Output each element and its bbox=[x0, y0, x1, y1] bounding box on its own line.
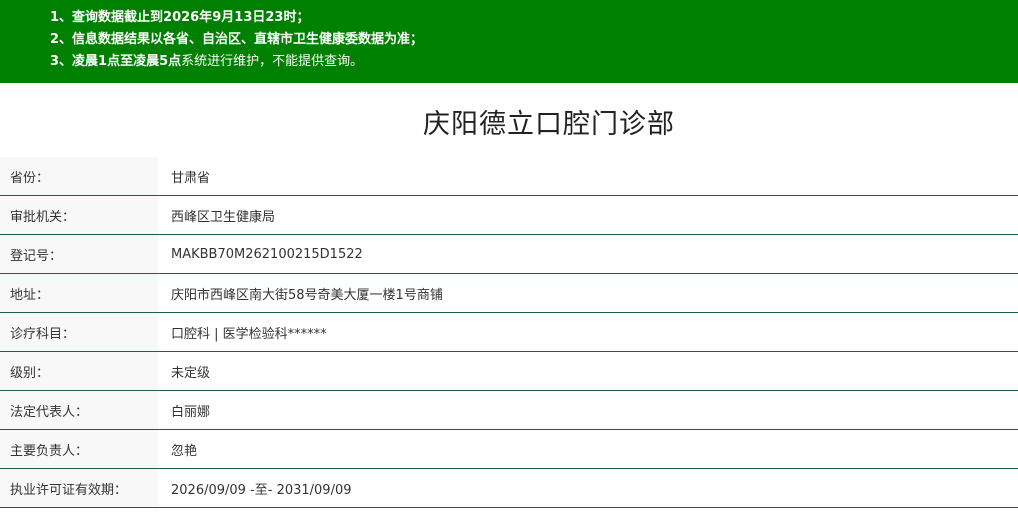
table-row-level: 级别： 未定级 bbox=[0, 352, 1018, 391]
notice-line-2: 2、信息数据结果以各省、自治区、直辖市卫生健康委数据为准； bbox=[50, 32, 424, 47]
row-label: 主要负责人： bbox=[0, 430, 158, 468]
table-row-departments: 诊疗科目： 口腔科 | 医学检验科****** bbox=[0, 313, 1018, 352]
row-value: MAKBB70M262100215D1522 bbox=[171, 246, 363, 262]
table-row-license-validity: 执业许可证有效期： 2026/09/09 -至- 2031/09/09 bbox=[0, 469, 1018, 508]
row-label: 执业许可证有效期： bbox=[0, 469, 158, 507]
table-row-address: 地址： 庆阳市西峰区南大街58号奇美大厦一楼1号商铺 bbox=[0, 274, 1018, 313]
table-row-legal-rep: 法定代表人： 白丽娜 bbox=[0, 391, 1018, 430]
row-value: 口腔科 | 医学检验科****** bbox=[171, 326, 327, 342]
row-value: 忽艳 bbox=[171, 443, 198, 459]
notice-line-3: 3、凌晨1点至凌晨5点系统进行维护，不能提供查询。 bbox=[50, 51, 1018, 73]
notice-banner: 1、查询数据截止到2026年9月13日23时； 2、信息数据结果以各省、自治区、… bbox=[0, 0, 1018, 83]
table-row-authority: 审批机关： 西峰区卫生健康局 bbox=[0, 196, 1018, 235]
row-label: 地址： bbox=[0, 274, 158, 312]
notice-line-1: 1、查询数据截止到2026年9月13日23时； bbox=[50, 10, 310, 25]
row-value: 2026/09/09 -至- 2031/09/09 bbox=[171, 482, 352, 498]
row-value: 未定级 bbox=[171, 365, 211, 381]
row-value: 白丽娜 bbox=[171, 404, 211, 420]
page-title: 庆阳德立口腔门诊部 bbox=[423, 109, 675, 140]
row-label: 法定代表人： bbox=[0, 391, 158, 429]
table-row-registration: 登记号： MAKBB70M262100215D1522 bbox=[0, 235, 1018, 274]
row-label: 省份： bbox=[0, 157, 158, 195]
row-value: 甘肃省 bbox=[171, 170, 211, 186]
row-label: 审批机关： bbox=[0, 196, 158, 234]
notice-line-3-highlight: 3、凌晨1点至凌晨5点 bbox=[50, 54, 182, 69]
row-label: 登记号： bbox=[0, 235, 158, 273]
table-row-province: 省份： 甘肃省 bbox=[0, 157, 1018, 196]
table-row-principal: 主要负责人： 忽艳 bbox=[0, 430, 1018, 469]
row-label: 级别： bbox=[0, 352, 158, 390]
row-value: 庆阳市西峰区南大街58号奇美大厦一楼1号商铺 bbox=[171, 287, 443, 303]
info-table: 省份： 甘肃省 审批机关： 西峰区卫生健康局 登记号： MAKBB70M2621… bbox=[0, 157, 1018, 508]
row-label: 诊疗科目： bbox=[0, 313, 158, 351]
notice-line-3-text: 系统进行维护，不能提供查询。 bbox=[181, 54, 364, 69]
row-value: 西峰区卫生健康局 bbox=[171, 209, 276, 225]
